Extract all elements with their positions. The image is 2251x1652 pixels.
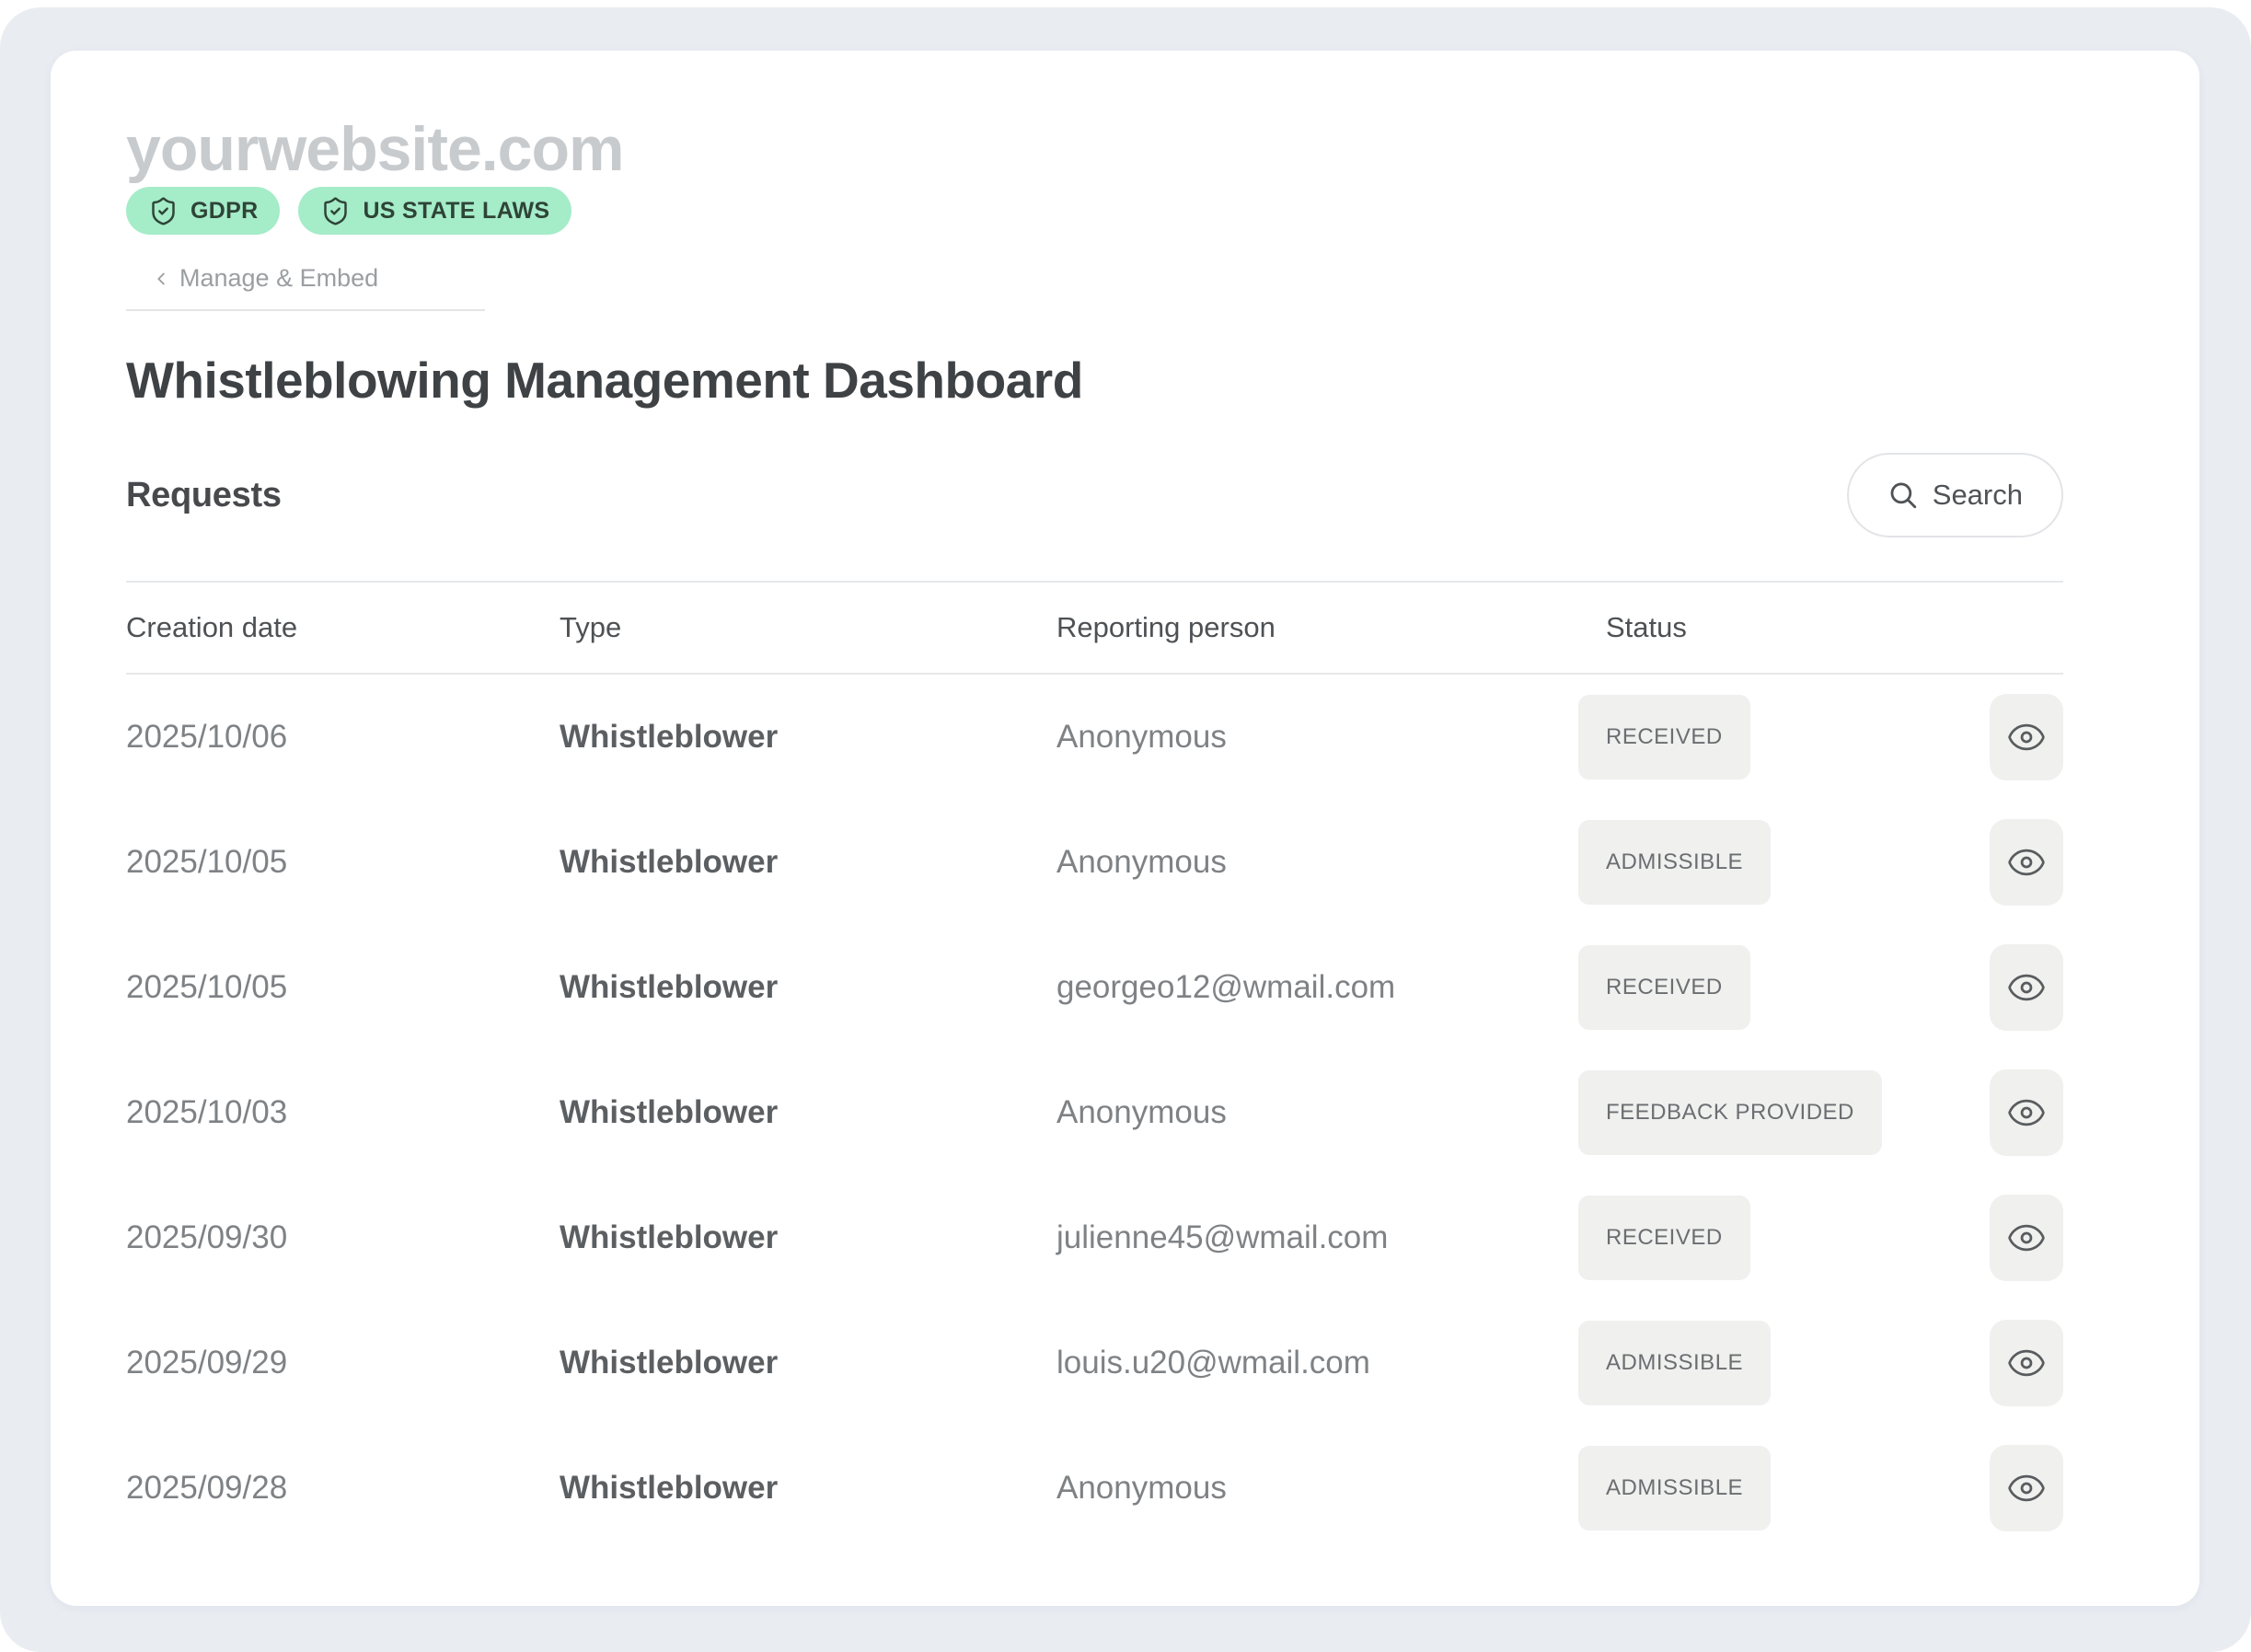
reporting-person-cell: julienne45@wmail.com xyxy=(1056,1219,1578,1256)
view-request-button[interactable] xyxy=(1990,819,2063,906)
eye-icon xyxy=(2006,1218,2047,1258)
status-badge: FEEDBACK PROVIDED xyxy=(1578,1070,1882,1155)
creation-date-cell: 2025/10/05 xyxy=(126,844,560,881)
requests-table: Creation date Type Reporting person Stat… xyxy=(126,581,2063,1551)
table-row: 2025/10/05 Whistleblower Anonymous ADMIS… xyxy=(126,800,2063,925)
table-row: 2025/10/06 Whistleblower Anonymous RECEI… xyxy=(126,675,2063,800)
reporting-person-cell: louis.u20@wmail.com xyxy=(1056,1345,1578,1381)
reporting-person-cell: Anonymous xyxy=(1056,719,1578,756)
us-state-laws-badge: US STATE LAWS xyxy=(298,187,571,235)
shield-check-icon xyxy=(320,196,351,226)
status-badge: ADMISSIBLE xyxy=(1578,1321,1771,1405)
creation-date-cell: 2025/10/06 xyxy=(126,719,560,756)
type-cell: Whistleblower xyxy=(560,1470,1056,1507)
status-badge: RECEIVED xyxy=(1578,945,1750,1030)
view-request-button[interactable] xyxy=(1990,1320,2063,1406)
column-header-status: Status xyxy=(1578,611,1988,644)
view-request-button[interactable] xyxy=(1990,1069,2063,1156)
view-request-button[interactable] xyxy=(1990,944,2063,1031)
back-link-label: Manage & Embed xyxy=(179,264,378,293)
requests-toolbar: Requests Search xyxy=(126,453,2063,537)
type-cell: Whistleblower xyxy=(560,1345,1056,1381)
type-cell: Whistleblower xyxy=(560,1219,1056,1256)
search-button[interactable]: Search xyxy=(1847,453,2063,537)
type-cell: Whistleblower xyxy=(560,969,1056,1006)
manage-embed-back-link[interactable]: Manage & Embed xyxy=(126,260,485,311)
column-header-creation-date: Creation date xyxy=(126,611,560,644)
back-chevron-icon xyxy=(152,269,172,289)
creation-date-cell: 2025/09/28 xyxy=(126,1470,560,1507)
eye-icon xyxy=(2006,1343,2047,1383)
reporting-person-cell: Anonymous xyxy=(1056,844,1578,881)
column-header-type: Type xyxy=(560,611,1056,644)
reporting-person-cell: Anonymous xyxy=(1056,1470,1578,1507)
type-cell: Whistleblower xyxy=(560,719,1056,756)
reporting-person-cell: Anonymous xyxy=(1056,1094,1578,1131)
type-cell: Whistleblower xyxy=(560,1094,1056,1131)
site-logo: yourwebsite.com xyxy=(126,113,2063,185)
badge-label: US STATE LAWS xyxy=(363,198,549,225)
creation-date-cell: 2025/09/30 xyxy=(126,1219,560,1256)
table-row: 2025/10/03 Whistleblower Anonymous FEEDB… xyxy=(126,1050,2063,1175)
creation-date-cell: 2025/10/05 xyxy=(126,969,560,1006)
eye-icon xyxy=(2006,717,2047,757)
eye-icon xyxy=(2006,842,2047,883)
type-cell: Whistleblower xyxy=(560,844,1056,881)
reporting-person-cell: georgeo12@wmail.com xyxy=(1056,969,1578,1006)
compliance-badges: GDPR US STATE LAWS xyxy=(126,187,2063,235)
table-header-row: Creation date Type Reporting person Stat… xyxy=(126,581,2063,675)
search-button-label: Search xyxy=(1933,479,2023,512)
status-badge: RECEIVED xyxy=(1578,695,1750,780)
view-request-button[interactable] xyxy=(1990,694,2063,780)
table-row: 2025/10/05 Whistleblower georgeo12@wmail… xyxy=(126,925,2063,1050)
app-background: yourwebsite.com GDPR US STATE LAWS xyxy=(0,7,2251,1652)
status-badge: ADMISSIBLE xyxy=(1578,1446,1771,1531)
table-row: 2025/09/28 Whistleblower Anonymous ADMIS… xyxy=(126,1426,2063,1551)
search-icon xyxy=(1887,479,1919,511)
table-row: 2025/09/30 Whistleblower julienne45@wmai… xyxy=(126,1175,2063,1300)
creation-date-cell: 2025/10/03 xyxy=(126,1094,560,1131)
eye-icon xyxy=(2006,1092,2047,1133)
requests-heading: Requests xyxy=(126,476,282,515)
status-badge: RECEIVED xyxy=(1578,1196,1750,1280)
eye-icon xyxy=(2006,1468,2047,1508)
shield-check-icon xyxy=(148,196,179,226)
column-header-reporting-person: Reporting person xyxy=(1056,611,1578,644)
dashboard-card: yourwebsite.com GDPR US STATE LAWS xyxy=(51,51,2199,1606)
eye-icon xyxy=(2006,967,2047,1008)
creation-date-cell: 2025/09/29 xyxy=(126,1345,560,1381)
status-badge: ADMISSIBLE xyxy=(1578,820,1771,905)
view-request-button[interactable] xyxy=(1990,1445,2063,1531)
table-row: 2025/09/29 Whistleblower louis.u20@wmail… xyxy=(126,1300,2063,1426)
table-body: 2025/10/06 Whistleblower Anonymous RECEI… xyxy=(126,675,2063,1551)
view-request-button[interactable] xyxy=(1990,1195,2063,1281)
gdpr-badge: GDPR xyxy=(126,187,280,235)
badge-label: GDPR xyxy=(190,198,258,225)
page-title: Whistleblowing Management Dashboard xyxy=(126,352,2063,409)
